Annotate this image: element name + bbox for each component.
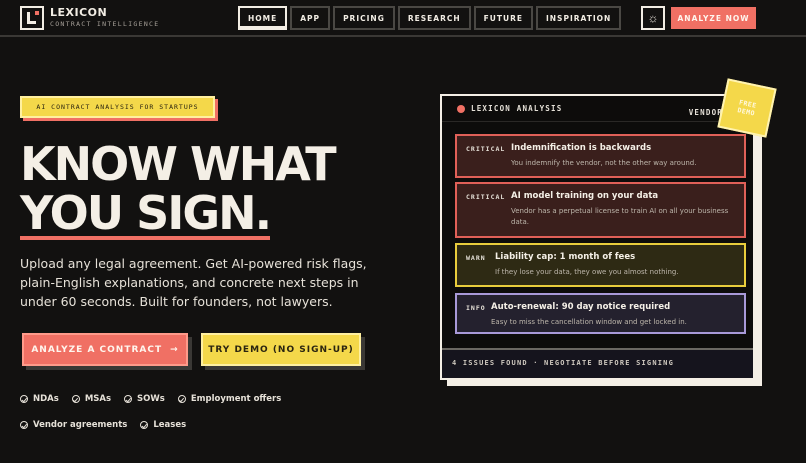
- headline-line-2-text: YOU SIGN.: [20, 186, 272, 240]
- doc-type-label: MSAs: [84, 394, 112, 404]
- issue-detail: You indemnify the vendor, not the other …: [511, 159, 697, 167]
- status-dot-icon: [457, 105, 465, 113]
- doc-type-item: MSAs: [71, 393, 112, 405]
- check-circle-icon: [124, 395, 133, 403]
- brand-tagline: CONTRACT INTELLIGENCE: [50, 20, 160, 28]
- document-name: VENDOR: [688, 108, 723, 117]
- issue-card-critical[interactable]: CRITICAL AI model training on your data …: [455, 182, 746, 238]
- panel-footer: 4 ISSUES FOUND · NEGOTIATE BEFORE SIGNIN…: [442, 348, 753, 378]
- panel-title: LEXICON ANALYSIS: [471, 104, 563, 113]
- check-circle-icon: [140, 421, 149, 429]
- sun-icon: ☼: [647, 11, 659, 25]
- panel-header: LEXICON ANALYSIS VENDOR: [442, 96, 753, 122]
- arrow-right-icon: →: [170, 344, 179, 355]
- brand-name[interactable]: LEXICON: [50, 6, 107, 19]
- severity-label: CRITICAL: [466, 193, 506, 201]
- headline-line-2: YOU SIGN.: [20, 190, 272, 240]
- document-types: NDAs MSAs SOWs Employment offers Vendor …: [20, 393, 400, 431]
- issue-detail: If they lose your data, they owe you alm…: [495, 268, 679, 276]
- hero-badge: AI CONTRACT ANALYSIS FOR STARTUPS: [20, 96, 215, 118]
- nav-link-future[interactable]: FUTURE: [473, 6, 533, 30]
- free-demo-sticker: FREE DEMO: [717, 78, 777, 138]
- nav-link-inspiration[interactable]: INSPIRATION: [535, 6, 622, 30]
- theme-toggle-button[interactable]: ☼: [641, 6, 665, 30]
- nav-link-home[interactable]: HOME: [238, 6, 288, 30]
- nav-link-research[interactable]: RESEARCH: [397, 6, 471, 30]
- issue-title: Liability cap: 1 month of fees: [495, 252, 636, 262]
- analyze-now-button[interactable]: ANALYZE NOW: [671, 7, 756, 29]
- issue-card-info[interactable]: INFO Auto-renewal: 90 day notice require…: [455, 293, 746, 334]
- check-circle-icon: [71, 395, 80, 403]
- issue-title: AI model training on your data: [511, 191, 659, 201]
- issue-card-warn[interactable]: WARN Liability cap: 1 month of fees If t…: [455, 243, 746, 287]
- logo-icon[interactable]: [20, 6, 44, 30]
- doc-type-item: Leases: [140, 419, 186, 431]
- analysis-panel: LEXICON ANALYSIS VENDOR CRITICAL Indemni…: [440, 94, 755, 380]
- headline-line-1: KNOW WHAT: [20, 137, 337, 191]
- sticker-label: FREE DEMO: [736, 98, 758, 118]
- top-nav: LEXICON CONTRACT INTELLIGENCE HOME APP P…: [0, 0, 806, 37]
- severity-label: INFO: [466, 304, 486, 312]
- doc-type-item: SOWs: [124, 393, 165, 405]
- check-circle-icon: [177, 395, 186, 403]
- check-circle-icon: [20, 421, 28, 429]
- nav-link-pricing[interactable]: PRICING: [333, 6, 395, 30]
- analyze-contract-button[interactable]: ANALYZE A CONTRACT →: [22, 333, 188, 366]
- severity-label: WARN: [466, 254, 486, 262]
- doc-type-item: Employment offers: [177, 393, 282, 405]
- nav-link-app[interactable]: APP: [290, 6, 331, 30]
- doc-type-item: Vendor agreements: [20, 419, 127, 431]
- hero-lead: Upload any legal agreement. Get AI-power…: [20, 256, 367, 309]
- doc-type-label: Leases: [153, 420, 187, 430]
- check-circle-icon: [20, 395, 28, 403]
- try-demo-button[interactable]: TRY DEMO (NO SIGN-UP): [201, 333, 361, 366]
- doc-type-label: SOWs: [137, 394, 165, 404]
- doc-type-label: NDAs: [33, 394, 59, 404]
- doc-type-label: Vendor agreements: [33, 420, 128, 430]
- nav-links: HOME APP PRICING RESEARCH FUTURE INSPIRA…: [238, 6, 622, 30]
- issue-title: Indemnification is backwards: [511, 143, 652, 153]
- issue-detail: Vendor has a perpetual license to train …: [511, 207, 729, 226]
- headline-underline: [20, 236, 271, 240]
- severity-label: CRITICAL: [466, 145, 506, 153]
- analyze-contract-label: ANALYZE A CONTRACT: [31, 344, 163, 355]
- issues-summary: 4 ISSUES FOUND · NEGOTIATE BEFORE SIGNIN…: [452, 359, 674, 367]
- issue-title: Auto-renewal: 90 day notice required: [491, 302, 671, 312]
- issue-detail: Easy to miss the cancellation window and…: [491, 318, 687, 326]
- doc-type-item: NDAs: [20, 393, 59, 405]
- issue-card-critical[interactable]: CRITICAL Indemnification is backwards Yo…: [455, 134, 746, 178]
- doc-type-label: Employment offers: [190, 394, 282, 404]
